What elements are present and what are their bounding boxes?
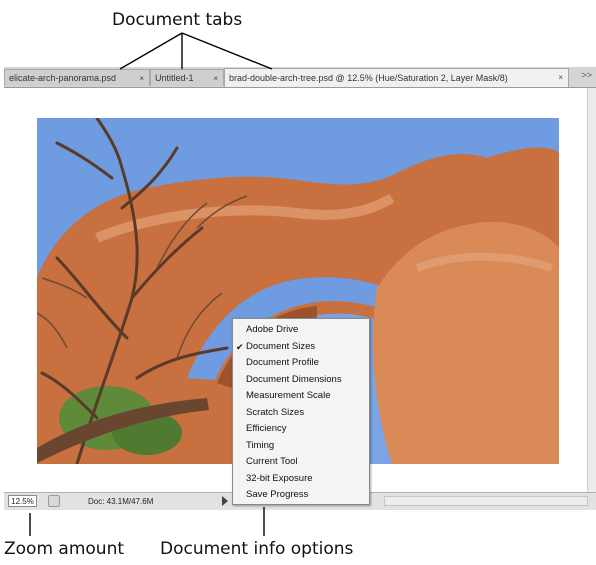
callout-leader-lines [29, 32, 273, 536]
